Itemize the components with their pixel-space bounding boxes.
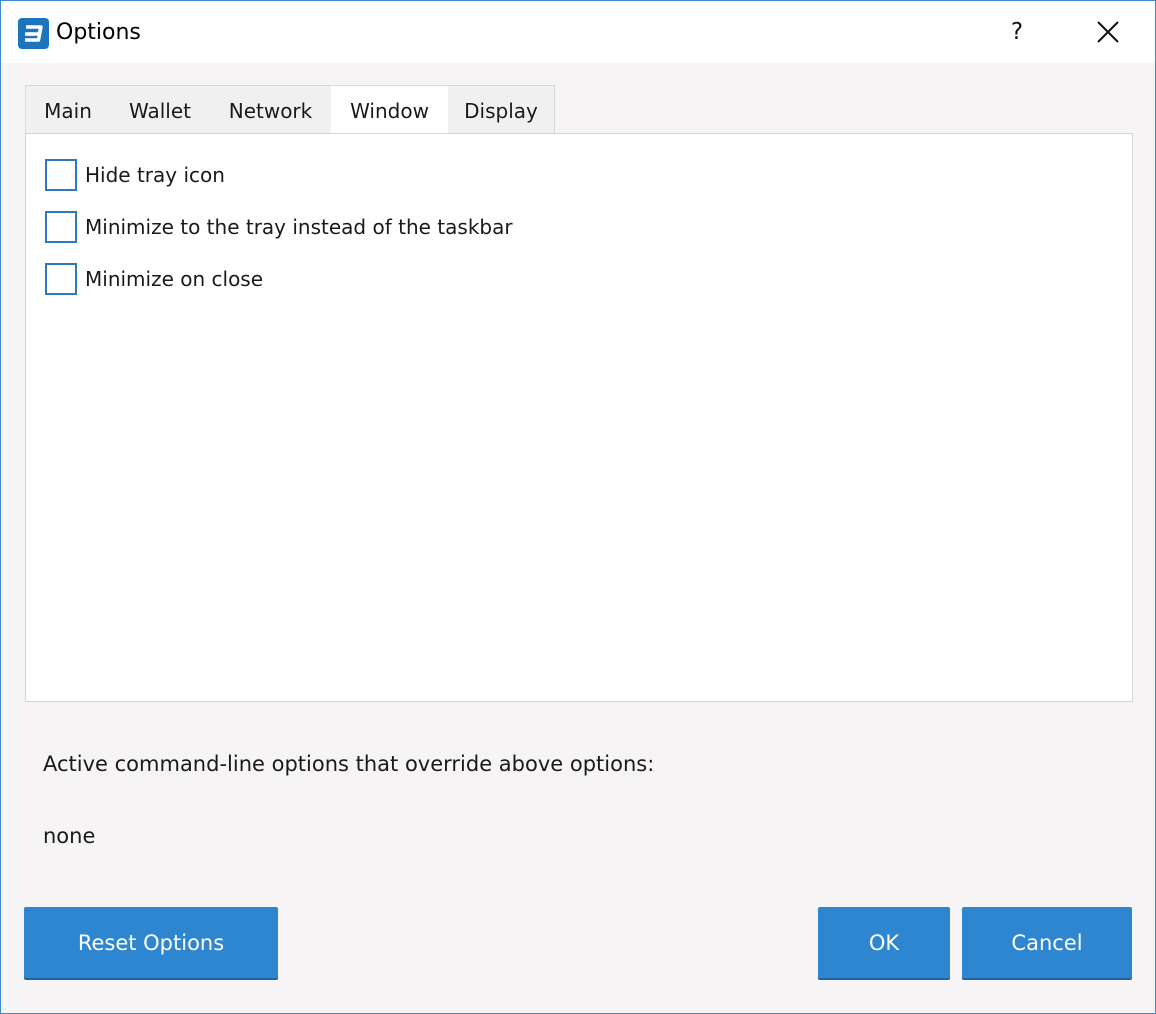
minimize-to-tray-checkbox[interactable] (45, 211, 77, 243)
title-bar[interactable]: Options ? (1, 1, 1155, 63)
close-button[interactable] (1079, 1, 1135, 63)
dash-logo-icon (18, 18, 49, 49)
tab-display[interactable]: Display (448, 86, 554, 134)
minimize-on-close-label[interactable]: Minimize on close (85, 263, 263, 295)
tab-bar: Main Wallet Network Window Display (25, 85, 555, 135)
ok-button[interactable]: OK (818, 907, 950, 978)
hide-tray-icon-label[interactable]: Hide tray icon (85, 159, 225, 191)
minimize-on-close-checkbox[interactable] (45, 263, 77, 295)
tab-network[interactable]: Network (210, 86, 331, 134)
options-dialog: Options ? Main Wallet Network Window Dis… (0, 0, 1156, 1014)
help-button[interactable]: ? (989, 1, 1045, 63)
tab-wallet[interactable]: Wallet (110, 86, 210, 134)
window-tab-panel: Hide tray icon Minimize to the tray inst… (25, 133, 1133, 702)
tab-window[interactable]: Window (331, 86, 448, 135)
command-line-options-value: none (43, 824, 96, 848)
close-icon (1097, 21, 1119, 43)
hide-tray-icon-checkbox[interactable] (45, 159, 77, 191)
tab-main[interactable]: Main (26, 86, 110, 134)
reset-options-button[interactable]: Reset Options (24, 907, 278, 978)
window-title: Options (56, 20, 141, 45)
command-line-options-label: Active command-line options that overrid… (43, 752, 655, 776)
cancel-button[interactable]: Cancel (962, 907, 1132, 978)
minimize-to-tray-label[interactable]: Minimize to the tray instead of the task… (85, 211, 513, 243)
